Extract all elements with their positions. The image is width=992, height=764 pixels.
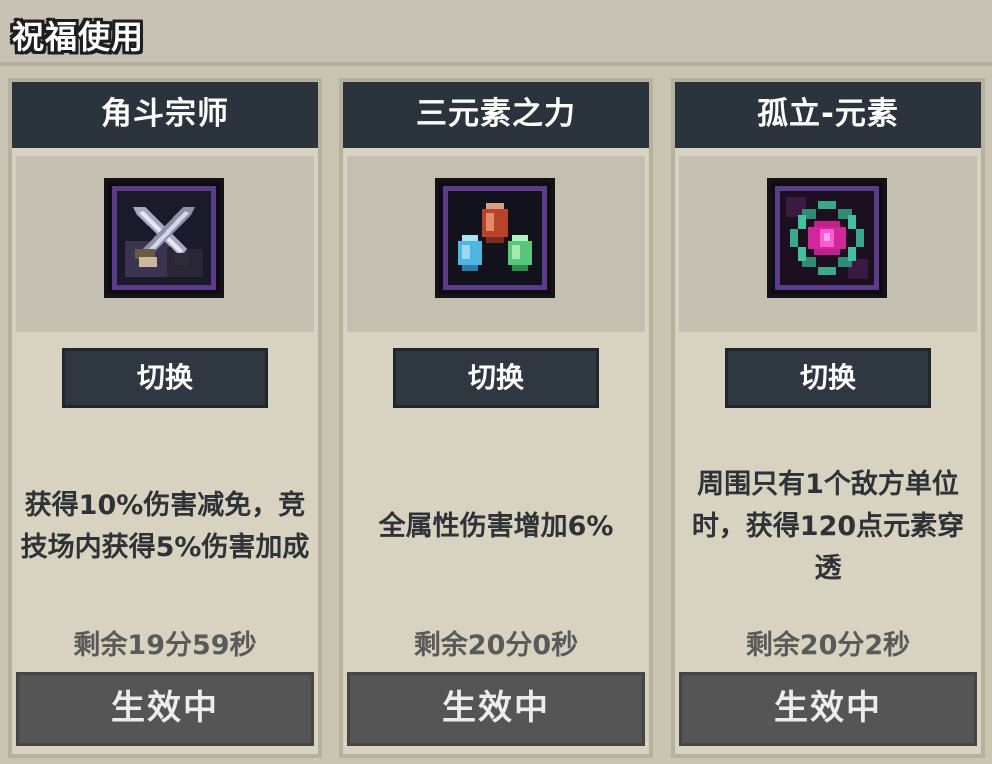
card-title: 三元素之力 bbox=[343, 82, 649, 148]
blessing-description: 周围只有1个敌方单位时，获得120点元素穿透 bbox=[691, 469, 965, 584]
blessing-card-gladiator-master: 角斗宗师 切换 获得10%伤害减免，竞技场内获得5%伤害加成 剩余19分59秒 … bbox=[8, 78, 322, 758]
blessing-card-isolated-element: 孤立-元素 切换 周围只有1个敌方单位时，获得120点元素穿透 剩余20分2秒 … bbox=[671, 78, 985, 758]
blessing-description: 获得10%伤害减免，竞技场内获得5%伤害加成 bbox=[20, 490, 310, 563]
switch-button[interactable]: 切换 bbox=[62, 348, 268, 408]
icon-frame bbox=[679, 156, 977, 332]
blessing-icon-box bbox=[767, 178, 887, 298]
card-title: 孤立-元素 bbox=[675, 82, 981, 148]
three-elemental-gems-icon bbox=[443, 186, 547, 290]
remaining-time: 剩余20分0秒 bbox=[413, 630, 579, 661]
switch-button[interactable]: 切换 bbox=[393, 348, 599, 408]
crossed-swords-icon bbox=[112, 186, 216, 290]
remaining-time: 剩余19分59秒 bbox=[73, 630, 257, 661]
icon-frame bbox=[347, 156, 645, 332]
blessing-description: 全属性伤害增加6% bbox=[378, 511, 614, 542]
page-title: 祝福使用 bbox=[12, 18, 145, 56]
blessing-card-three-elements: 三元素之力 切换 全属性伤害增加6% 剩余20分0秒 生效中 bbox=[339, 78, 653, 758]
blessing-icon-box bbox=[104, 178, 224, 298]
element-orb-icon bbox=[775, 186, 879, 290]
remaining-time: 剩余20分2秒 bbox=[745, 630, 911, 661]
active-status-button[interactable]: 生效中 bbox=[347, 672, 645, 746]
icon-frame bbox=[16, 156, 314, 332]
switch-button[interactable]: 切换 bbox=[725, 348, 931, 408]
blessing-card-list: 角斗宗师 切换 获得10%伤害减免，竞技场内获得5%伤害加成 剩余19分59秒 … bbox=[0, 70, 992, 764]
card-title: 角斗宗师 bbox=[12, 82, 318, 148]
active-status-button[interactable]: 生效中 bbox=[679, 672, 977, 746]
active-status-button[interactable]: 生效中 bbox=[16, 672, 314, 746]
page-header: 祝福使用 bbox=[0, 0, 992, 66]
blessing-icon-box bbox=[435, 178, 555, 298]
